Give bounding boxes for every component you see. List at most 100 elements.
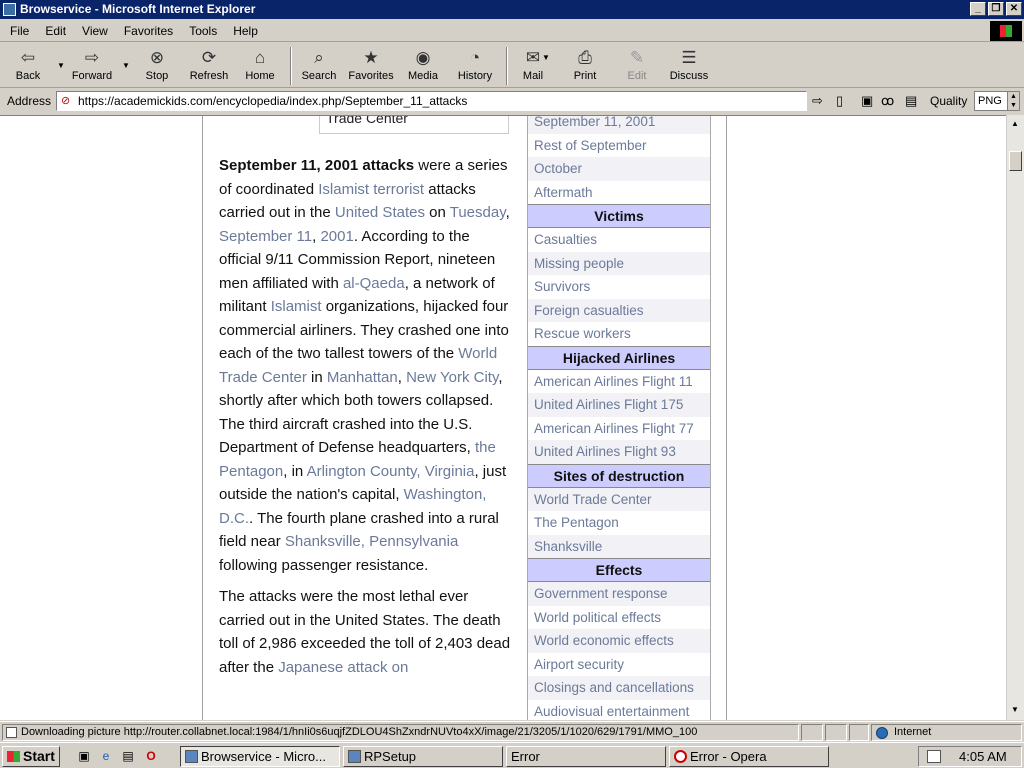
forward-button[interactable]: ⇨ Forward [64,45,120,87]
close-button[interactable]: ✕ [1006,2,1022,16]
quality-spinner-icon[interactable]: ▲ ▼ [1007,92,1019,110]
tray-app-icon[interactable] [927,750,941,763]
task-rpsetup[interactable]: RPSetup [343,746,503,767]
favorites-folder-icon: ★ [363,48,379,67]
quality-select[interactable]: PNG ▲ ▼ [974,91,1020,111]
link-islamist-terrorist[interactable]: Islamist terrorist [318,181,424,198]
taskbar: Start ▣ e ▤ O Browservice - Micro... RPS… [0,742,1024,768]
infobox-header-victims: Victims [528,204,710,228]
forward-arrow-icon: ⇨ [84,48,100,67]
infobox-link[interactable]: Rest of September [528,134,710,158]
address-input[interactable]: ⊘ https://academickids.com/encyclopedia/… [56,91,807,111]
bookmark-icon[interactable]: ▯ [836,93,843,108]
menu-view[interactable]: View [72,20,114,38]
infobox-link[interactable]: Missing people [528,251,710,275]
maximize-button[interactable]: ❐ [988,2,1004,16]
infobox-link[interactable]: World economic effects [528,629,710,653]
infobox-link[interactable]: Audiovisual entertainment [528,700,710,721]
scroll-down-icon[interactable]: ▼ [1011,705,1019,714]
task-error[interactable]: Error [506,746,666,767]
mail-dropdown-icon[interactable]: ▼ [542,53,550,62]
back-arrow-icon: ⇦ [20,48,36,67]
infobox-link[interactable]: Foreign casualties [528,298,710,322]
edit-button[interactable]: ✎ Edit [609,45,665,87]
infobox-link[interactable]: September 11, 2001 [528,116,710,134]
infobox-link[interactable]: Closings and cancellations [528,676,710,700]
infobox-link[interactable]: United Airlines Flight 175 [528,393,710,417]
infobox-link[interactable]: Shanksville [528,534,710,558]
zoom-icon[interactable]: ▣ [861,93,873,108]
history-button[interactable]: ◔ History [447,45,503,87]
ie-app-icon[interactable] [3,3,16,16]
title-bar[interactable]: Browservice - Microsoft Internet Explore… [0,0,1024,19]
infobox-link[interactable]: Government response [528,582,710,606]
status-bar: Downloading picture http://router.collab… [0,721,1024,741]
mail-button[interactable]: ✉ Mail [505,45,561,87]
task-error-opera[interactable]: Error - Opera [669,746,829,767]
menu-favorites[interactable]: Favorites [114,20,179,38]
address-label: Address [7,94,52,108]
history-icon: ◔ [469,48,481,67]
home-button[interactable]: ⌂ Home [232,45,288,87]
back-button[interactable]: ⇦ Back [0,45,56,87]
explorer-quicklaunch-icon[interactable]: ▤ [120,748,136,764]
infobox-link[interactable]: Aftermath [528,181,710,205]
menu-help[interactable]: Help [223,20,264,38]
start-button[interactable]: Start [2,746,60,767]
opera-quicklaunch-icon[interactable]: O [143,748,159,764]
scroll-up-icon[interactable]: ▲ [1011,119,1019,128]
infobox-link[interactable]: The Pentagon [528,511,710,535]
menu-tools[interactable]: Tools [179,20,223,38]
address-url: https://academickids.com/encyclopedia/in… [78,94,468,108]
favorites-button[interactable]: ★ Favorites [343,45,399,87]
link-islamist[interactable]: Islamist [271,298,322,315]
menu-edit[interactable]: Edit [35,20,72,38]
image-caption: Trade Center [319,116,509,134]
print-button[interactable]: ⎙ Print [557,45,613,87]
infobox-link[interactable]: Airport security [528,653,710,677]
link-arlington-county[interactable]: Arlington County, Virginia [307,463,475,480]
clock[interactable]: 4:05 AM [959,749,1007,764]
ie-quicklaunch-icon[interactable]: e [98,748,114,764]
infobox-link[interactable]: Casualties [528,228,710,252]
menu-file[interactable]: File [0,20,35,38]
refresh-button[interactable]: ⟳ Refresh [181,45,237,87]
infobox-link[interactable]: Rescue workers [528,322,710,346]
paragraph-1: September 11, 2001 attacks were a series… [219,157,510,574]
link-tuesday[interactable]: Tuesday [450,204,506,221]
status-cell [801,724,823,741]
minimize-button[interactable]: _ [970,2,986,16]
search-button[interactable]: ⌕ Search [291,45,347,87]
find-icon[interactable]: ꝏ [881,93,894,108]
infobox-link[interactable]: Survivors [528,275,710,299]
link-shanksville[interactable]: Shanksville, Pennsylvania [285,533,458,550]
standard-toolbar: ⇦ Back ▼ ⇨ Forward ▼ ⊗ Stop ⟳ Refresh ⌂ Home … [0,43,1024,88]
infobox-link[interactable]: World political effects [528,606,710,630]
page-viewport: Trade Center September 11, 2001 attacks … [0,115,1006,720]
task-browservice[interactable]: Browservice - Micro... [180,746,340,767]
show-desktop-icon[interactable]: ▣ [76,748,92,764]
article-body: September 11, 2001 attacks were a series… [219,154,515,687]
link-japanese-attack[interactable]: Japanese attack on [278,659,408,676]
link-new-york-city[interactable]: New York City [406,369,498,386]
infobox-link[interactable]: October [528,157,710,181]
infobox-link[interactable]: United Airlines Flight 93 [528,440,710,464]
infobox-link[interactable]: American Airlines Flight 11 [528,370,710,394]
link-united-states[interactable]: United States [335,204,425,221]
go-arrow-icon[interactable]: ⇨ [812,93,823,108]
link-manhattan[interactable]: Manhattan [327,369,398,386]
infobox: September 11, 2001 Rest of September Oct… [527,116,711,721]
media-button[interactable]: ◉ Media [395,45,451,87]
clipboard-icon[interactable]: ▤ [905,93,917,108]
link-al-qaeda[interactable]: al-Qaeda [343,275,405,292]
discuss-icon: ☰ [681,48,697,67]
infobox-link[interactable]: American Airlines Flight 77 [528,417,710,441]
link-2001[interactable]: 2001 [320,228,353,245]
vertical-scrollbar[interactable]: ▲ ▼ [1006,115,1024,720]
setup-task-icon [348,750,361,763]
stop-button[interactable]: ⊗ Stop [129,45,185,87]
link-september-11[interactable]: September 11 [219,228,312,245]
scrollbar-thumb[interactable] [1009,151,1022,171]
discuss-button[interactable]: ☰ Discuss [661,45,717,87]
infobox-link[interactable]: World Trade Center [528,487,710,511]
